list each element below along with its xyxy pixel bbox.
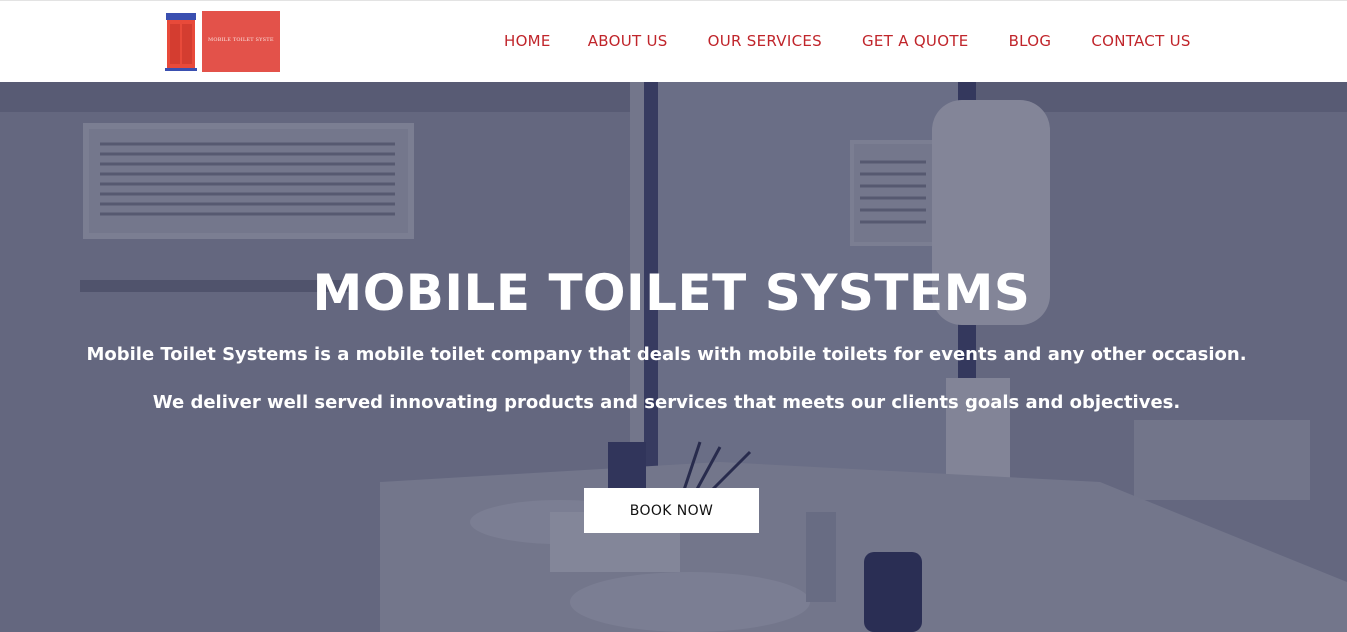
nav-about-us[interactable]: ABOUT US — [588, 32, 668, 50]
portable-toilet-icon — [162, 11, 200, 72]
book-now-button[interactable]: BOOK NOW — [584, 488, 759, 533]
hero-description-line-2: We deliver well served innovating produc… — [152, 392, 1181, 413]
site-logo[interactable]: MOBILE TOILET SYSTEMS — [160, 11, 280, 72]
site-header: MOBILE TOILET SYSTEMS HOME ABOUT US OUR … — [0, 0, 1347, 82]
hero-title: MOBILE TOILET SYSTEMS — [312, 264, 1031, 322]
logo-banner: MOBILE TOILET SYSTEMS — [202, 11, 280, 72]
logo-text: MOBILE TOILET SYSTEMS — [208, 37, 274, 43]
nav-our-services[interactable]: OUR SERVICES — [708, 32, 822, 50]
hero-section: MOBILE TOILET SYSTEMS Mobile Toilet Syst… — [0, 82, 1347, 632]
main-nav: HOME ABOUT US OUR SERVICES GET A QUOTE B… — [504, 32, 1191, 50]
nav-contact-us[interactable]: CONTACT US — [1091, 32, 1190, 50]
nav-get-a-quote[interactable]: GET A QUOTE — [862, 32, 969, 50]
nav-blog[interactable]: BLOG — [1009, 32, 1052, 50]
hero-description-line-1: Mobile Toilet Systems is a mobile toilet… — [86, 344, 1247, 365]
nav-home[interactable]: HOME — [504, 32, 551, 50]
